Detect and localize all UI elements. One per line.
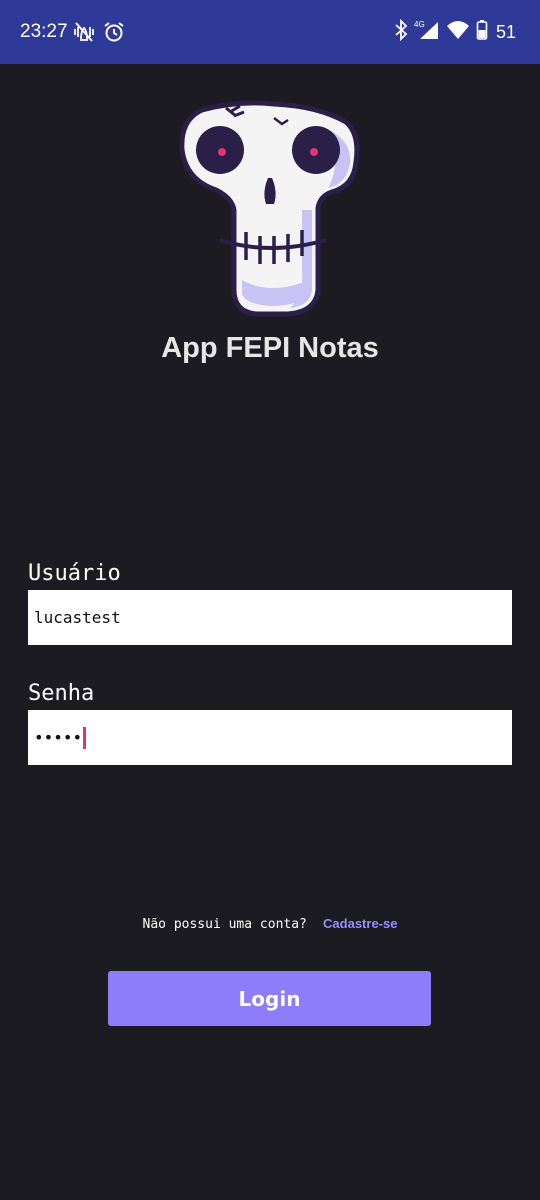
signal-icon: 4G xyxy=(414,19,440,45)
signup-row: Não possui uma conta? Cadastre-se xyxy=(0,914,540,935)
app-title: App FEPI Notas xyxy=(161,332,379,364)
signup-prompt: Não possui uma conta? xyxy=(142,917,307,932)
password-value: ••••• xyxy=(34,728,83,747)
username-input[interactable]: lucastest xyxy=(28,590,512,645)
status-bar: 23:27 4G 51 xyxy=(0,0,540,64)
vibrate-off-icon xyxy=(72,20,96,44)
network-type: 4G xyxy=(414,20,425,29)
username-label: Usuário xyxy=(28,561,121,586)
bluetooth-icon xyxy=(394,18,408,45)
password-label: Senha xyxy=(28,681,95,706)
status-time: 23:27 xyxy=(20,21,68,42)
wifi-icon xyxy=(446,19,470,45)
login-screen: 23:27 4G 51 App FEPI Notas Usuário lucas… xyxy=(0,0,540,1200)
status-left-icons xyxy=(72,20,126,44)
login-button[interactable]: Login xyxy=(108,971,431,1026)
status-right-icons: 4G 51 xyxy=(394,18,516,45)
battery-level: 51 xyxy=(495,22,516,42)
text-cursor xyxy=(83,726,87,749)
battery-icon xyxy=(476,19,488,45)
skull-logo xyxy=(178,100,362,320)
alarm-icon xyxy=(102,20,126,44)
password-input[interactable]: ••••• xyxy=(28,710,512,765)
username-value: lucastest xyxy=(34,608,121,627)
signup-link[interactable]: Cadastre-se xyxy=(323,916,397,931)
